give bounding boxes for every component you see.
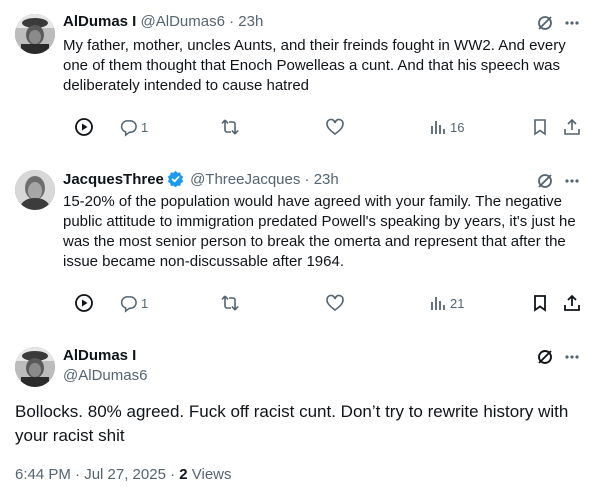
retweet-button[interactable] <box>220 293 240 313</box>
timestamp[interactable]: 23h <box>238 13 263 30</box>
avatar[interactable] <box>15 170 55 210</box>
grok-icon[interactable] <box>536 348 554 366</box>
play-button[interactable] <box>74 293 94 313</box>
play-button[interactable] <box>74 117 94 137</box>
views-count: 16 <box>450 119 465 135</box>
bookmark-button[interactable] <box>531 293 549 313</box>
timestamp[interactable]: 6:44 PM · Jul 27, 2025 · <box>15 466 179 483</box>
reply-button[interactable]: 1 <box>119 293 148 313</box>
reply-icon <box>119 294 138 313</box>
share-button[interactable] <box>563 293 581 313</box>
more-icon[interactable] <box>564 14 580 32</box>
bookmark-button[interactable] <box>531 117 549 137</box>
avatar-image <box>15 347 55 387</box>
reply-count: 1 <box>141 119 149 135</box>
tweet-text: My father, mother, uncles Aunts, and the… <box>63 37 566 94</box>
views-icon <box>429 294 447 312</box>
play-icon <box>74 117 94 137</box>
avatar[interactable] <box>15 14 55 54</box>
separator: · <box>229 13 235 30</box>
reply-button[interactable]: 1 <box>119 117 148 137</box>
share-icon <box>563 118 581 136</box>
handle[interactable]: @ThreeJacques <box>190 171 300 188</box>
more-icon[interactable] <box>564 172 580 190</box>
tweet-2[interactable]: JacquesThree @ThreeJacques · 23h 15-20% … <box>0 150 599 332</box>
display-name[interactable]: JacquesThree <box>63 171 164 188</box>
play-icon <box>74 293 94 313</box>
grok-icon[interactable] <box>536 14 554 32</box>
focused-tweet: AlDumas I @AlDumas6 Bollocks. 80% agreed… <box>0 332 599 488</box>
share-icon <box>563 294 581 312</box>
views-count: 21 <box>450 295 465 311</box>
avatar-image <box>15 170 55 210</box>
display-name[interactable]: AlDumas I <box>63 13 136 30</box>
views-count: 2 <box>179 466 188 483</box>
views-label: Views <box>187 466 232 483</box>
reply-count: 1 <box>141 295 149 311</box>
like-button[interactable] <box>325 117 345 137</box>
bookmark-icon <box>531 294 549 312</box>
tweet-text: 15-20% of the population would have agre… <box>63 193 576 270</box>
like-button[interactable] <box>325 293 345 313</box>
separator: · <box>304 171 310 188</box>
avatar[interactable] <box>15 347 55 387</box>
avatar-image <box>15 14 55 54</box>
like-icon <box>325 293 345 313</box>
grok-icon[interactable] <box>536 172 554 190</box>
tweet-header: JacquesThree @ThreeJacques · 23h <box>63 170 339 190</box>
views-icon <box>429 118 447 136</box>
tweet-text: Bollocks. 80% agreed. Fuck off racist cu… <box>15 402 569 445</box>
tweet-footer: 6:44 PM · Jul 27, 2025 · 2 Views <box>15 466 232 483</box>
handle[interactable]: @AlDumas6 <box>141 13 225 30</box>
verified-icon <box>167 170 184 187</box>
retweet-icon <box>220 293 240 313</box>
tweet-1[interactable]: AlDumas I @AlDumas6 · 23h My father, mot… <box>0 0 599 150</box>
tweet-header: AlDumas I @AlDumas6 · 23h <box>63 12 263 32</box>
timestamp[interactable]: 23h <box>314 171 339 188</box>
handle[interactable]: @AlDumas6 <box>63 367 147 384</box>
more-icon[interactable] <box>564 348 580 366</box>
retweet-icon <box>220 117 240 137</box>
share-button[interactable] <box>563 117 581 137</box>
views-button[interactable]: 21 <box>429 293 464 313</box>
like-icon <box>325 117 345 137</box>
views-button[interactable]: 16 <box>429 117 464 137</box>
bookmark-icon <box>531 118 549 136</box>
reply-icon <box>119 118 138 137</box>
retweet-button[interactable] <box>220 117 240 137</box>
display-name[interactable]: AlDumas I <box>63 347 136 364</box>
